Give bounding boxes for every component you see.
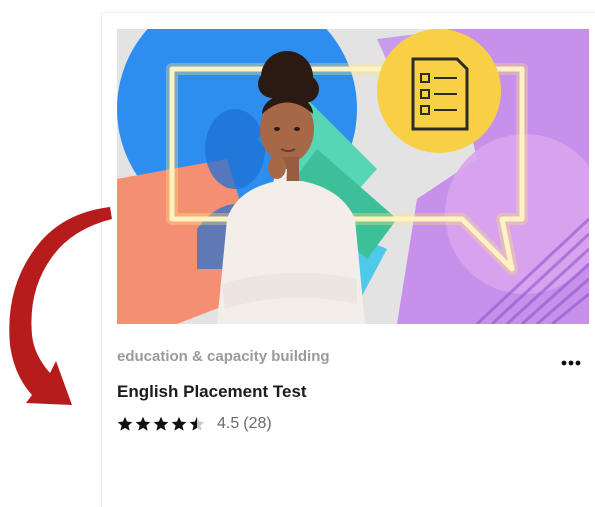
star-full-icon [135,416,151,431]
star-full-icon [171,416,187,431]
course-category: education & capacity building [117,348,330,365]
star-half-icon [189,416,205,431]
course-thumbnail[interactable] [117,29,589,324]
course-title[interactable]: English Placement Test [117,382,307,402]
star-full-icon [153,416,169,431]
star-rating [117,416,205,432]
rating: 4.5 (28) [117,414,272,434]
curved-arrow-icon [9,207,112,405]
rating-value: 4.5 [217,415,240,432]
rating-count: (28) [243,415,272,432]
more-horizontal-icon [561,360,581,366]
checklist-document-icon [377,29,501,153]
more-options-button[interactable] [558,352,584,374]
